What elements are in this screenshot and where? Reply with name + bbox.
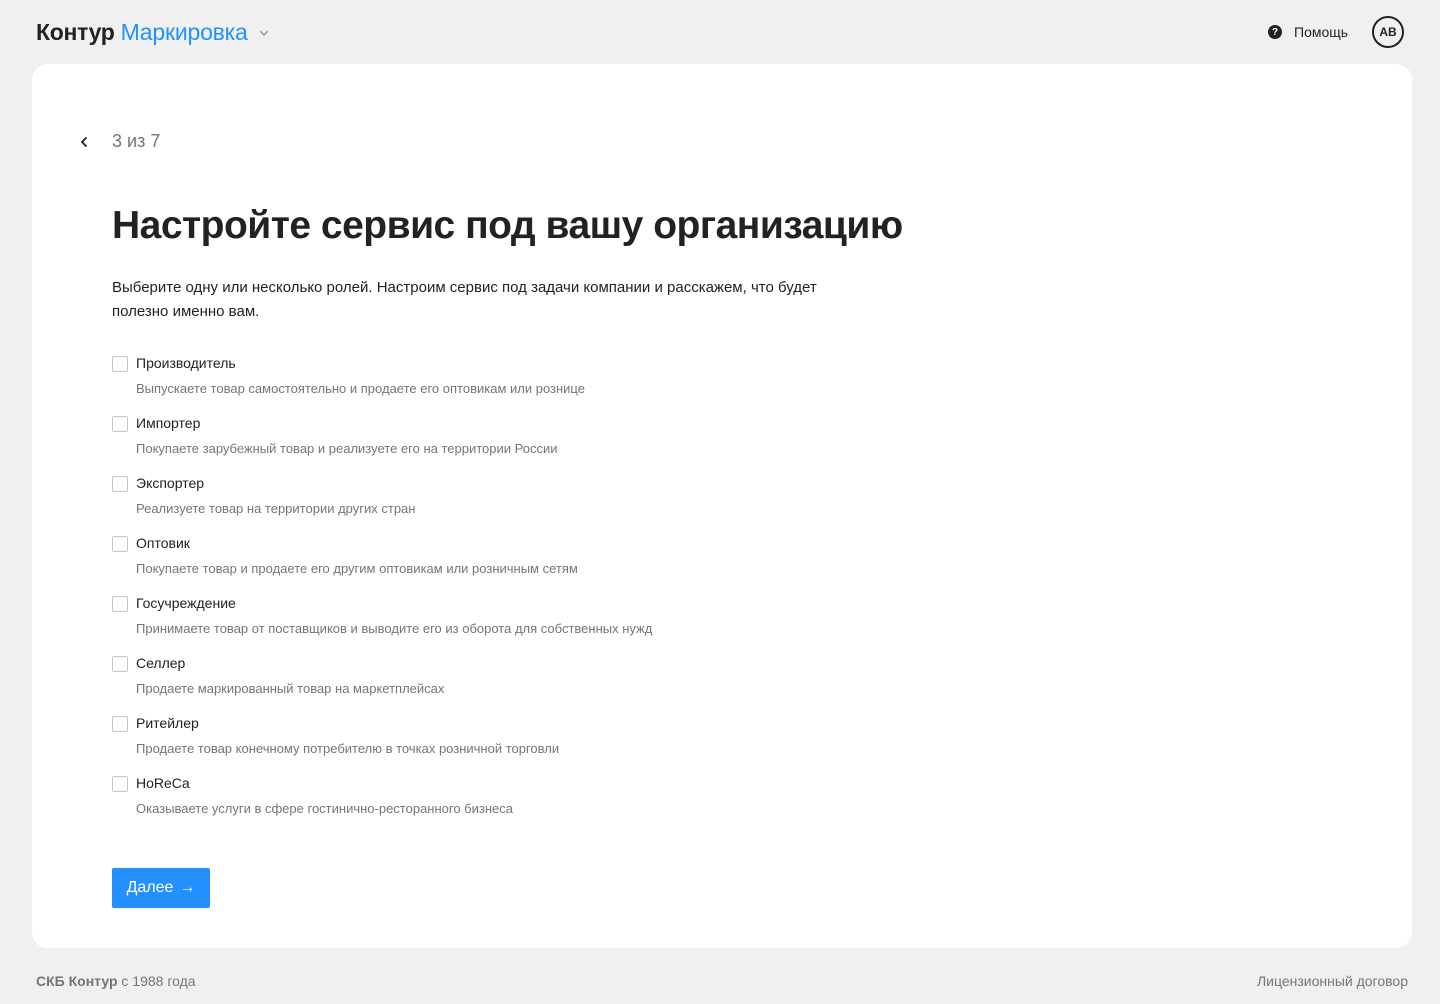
arrow-right-icon: → — [179, 879, 196, 896]
role-hint: Продаете товар конечному потребителю в т… — [136, 741, 560, 756]
chevron-left-icon — [80, 136, 88, 148]
product-switcher[interactable]: Контур Маркировка — [36, 16, 270, 48]
role-checkbox[interactable] — [112, 716, 128, 732]
role-name: Производитель — [136, 355, 236, 371]
role-option-exporter[interactable]: Экспортер Реализуете товар на территории… — [112, 474, 812, 534]
chevron-down-icon — [258, 26, 270, 38]
role-checkbox[interactable] — [112, 776, 128, 792]
role-name: Импортер — [136, 415, 201, 431]
role-option-wholesaler[interactable]: Оптовик Покупаете товар и продаете его д… — [112, 534, 812, 594]
next-button[interactable]: Далее → — [112, 868, 210, 908]
role-checkbox[interactable] — [112, 476, 128, 492]
footer-copyright: СКБ Контур с 1988 года — [36, 973, 196, 989]
top-bar: Контур Маркировка ? Помощь AB — [0, 0, 1440, 64]
help-link[interactable]: ? Помощь — [1268, 22, 1348, 42]
page-description: Выберите одну или несколько ролей. Настр… — [112, 279, 817, 320]
user-avatar[interactable]: AB — [1372, 16, 1404, 48]
role-name: Госучреждение — [136, 595, 236, 611]
role-option-importer[interactable]: Импортер Покупаете зарубежный товар и ре… — [112, 414, 812, 474]
role-checkbox[interactable] — [112, 536, 128, 552]
role-name: HoReCa — [136, 775, 190, 791]
role-option-manufacturer[interactable]: Производитель Выпускаете товар самостоят… — [112, 354, 812, 414]
question-icon: ? — [1268, 25, 1282, 39]
role-option-retailer[interactable]: Ритейлер Продаете товар конечному потреб… — [112, 714, 812, 774]
role-hint: Принимаете товар от поставщиков и выводи… — [136, 621, 653, 636]
role-checkbox[interactable] — [112, 356, 128, 372]
role-list: Производитель Выпускаете товар самостоят… — [112, 354, 812, 834]
product-name: Маркировка — [120, 18, 248, 45]
role-option-government[interactable]: Госучреждение Принимаете товар от постав… — [112, 594, 812, 654]
brand-name: Контур — [36, 18, 115, 45]
back-button[interactable] — [76, 132, 92, 152]
role-name: Ритейлер — [136, 715, 199, 731]
role-hint: Оказываете услуги в сфере гостинично-рес… — [136, 801, 513, 816]
footer-since: с 1988 года — [121, 973, 196, 989]
role-name: Селлер — [136, 655, 186, 671]
license-link[interactable]: Лицензионный договор — [1257, 973, 1408, 989]
role-name: Оптовик — [136, 535, 190, 551]
role-option-horeca[interactable]: HoReCa Оказываете услуги в сфере гостини… — [112, 774, 812, 834]
role-hint: Продаете маркированный товар на маркетпл… — [136, 681, 445, 696]
role-hint: Реализуете товар на территории других ст… — [136, 501, 416, 516]
role-hint: Выпускаете товар самостоятельно и продае… — [136, 381, 585, 396]
step-indicator: 3 из 7 — [112, 131, 161, 151]
role-checkbox[interactable] — [112, 656, 128, 672]
role-hint: Покупаете зарубежный товар и реализуете … — [136, 441, 558, 456]
role-hint: Покупаете товар и продаете его другим оп… — [136, 561, 578, 576]
role-checkbox[interactable] — [112, 596, 128, 612]
page-title: Настройте сервис под вашу организацию — [112, 204, 903, 247]
role-option-seller[interactable]: Селлер Продаете маркированный товар на м… — [112, 654, 812, 714]
role-name: Экспортер — [136, 475, 205, 491]
next-button-label: Далее — [126, 879, 174, 896]
role-checkbox[interactable] — [112, 416, 128, 432]
footer-company: СКБ Контур — [36, 973, 118, 989]
help-label: Помощь — [1294, 24, 1349, 40]
